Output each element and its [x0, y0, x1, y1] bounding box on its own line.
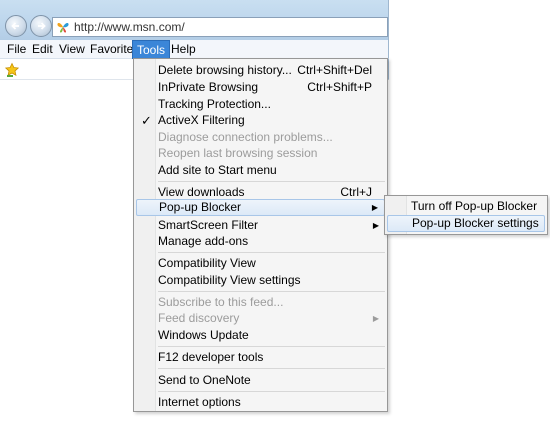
- menu-view[interactable]: View: [55, 40, 89, 59]
- menu-item-label: ActiveX Filtering: [158, 113, 245, 127]
- menu-tools[interactable]: Tools: [132, 40, 171, 59]
- shortcut-label: Ctrl+Shift+P: [307, 80, 372, 94]
- menu-item-label: View downloads: [158, 185, 245, 199]
- menu-internet-options[interactable]: Internet options: [136, 394, 385, 411]
- menu-reopen-last-session: Reopen last browsing session: [136, 145, 385, 162]
- menu-separator: [158, 181, 385, 182]
- menu-separator: [158, 346, 385, 347]
- submenu-arrow-icon: ▶: [372, 221, 379, 230]
- menu-separator: [158, 368, 385, 369]
- menu-item-label: F12 developer tools: [158, 350, 264, 364]
- menu-popup-blocker-settings[interactable]: Pop-up Blocker settings: [387, 215, 545, 232]
- menu-item-label: Compatibility View: [158, 256, 256, 270]
- browser-toolbar: http://www.msn.com/: [0, 0, 389, 40]
- forward-arrow-icon: [38, 22, 46, 30]
- menu-activex-filtering[interactable]: ✓ ActiveX Filtering: [136, 112, 385, 129]
- menu-smartscreen-filter[interactable]: SmartScreen Filter ▶: [136, 217, 385, 234]
- menu-turn-off-popup-blocker[interactable]: Turn off Pop-up Blocker: [387, 198, 545, 215]
- menu-item-label: Send to OneNote: [158, 373, 251, 387]
- menu-add-site-to-start[interactable]: Add site to Start menu: [136, 162, 385, 179]
- url-text[interactable]: http://www.msn.com/: [74, 20, 185, 34]
- menu-compatibility-view[interactable]: Compatibility View: [136, 255, 385, 272]
- menu-send-to-onenote[interactable]: Send to OneNote: [136, 372, 385, 389]
- submenu-arrow-icon: ▶: [371, 203, 378, 212]
- msn-butterfly-icon: [57, 23, 69, 33]
- menu-manage-addons[interactable]: Manage add-ons: [136, 233, 385, 250]
- menu-item-label: Feed discovery: [158, 311, 240, 325]
- menu-item-label: Compatibility View settings: [158, 273, 301, 287]
- menu-item-label: Manage add-ons: [158, 234, 249, 248]
- menu-item-label: Windows Update: [158, 328, 249, 342]
- menu-f12-developer-tools[interactable]: F12 developer tools: [136, 349, 385, 366]
- submenu-arrow-icon: ▶: [372, 314, 379, 323]
- menu-help[interactable]: Help: [167, 40, 200, 59]
- menu-separator: [158, 391, 385, 392]
- menu-item-label: Pop-up Blocker: [159, 200, 242, 214]
- menu-item-label: SmartScreen Filter: [158, 218, 259, 232]
- checkmark-icon: ✓: [141, 113, 152, 128]
- back-button[interactable]: [5, 15, 27, 37]
- menu-separator: [158, 291, 385, 292]
- back-arrow-icon: [11, 22, 19, 30]
- menu-popup-blocker[interactable]: Pop-up Blocker ▶: [136, 199, 385, 216]
- menu-bar: File Edit View Favorites Tools Help: [0, 40, 389, 59]
- menu-item-label: Diagnose connection problems...: [158, 130, 333, 144]
- menu-feed-discovery: Feed discovery ▶: [136, 310, 385, 327]
- menu-item-label: Subscribe to this feed...: [158, 295, 284, 309]
- menu-item-label: Reopen last browsing session: [158, 146, 318, 160]
- menu-delete-browsing-history[interactable]: Delete browsing history... Ctrl+Shift+De…: [136, 62, 385, 79]
- menu-inprivate-browsing[interactable]: InPrivate Browsing Ctrl+Shift+P: [136, 79, 385, 96]
- menu-tracking-protection[interactable]: Tracking Protection...: [136, 96, 385, 113]
- menu-separator: [158, 252, 385, 253]
- menu-compatibility-view-settings[interactable]: Compatibility View settings: [136, 272, 385, 289]
- menu-item-label: Tracking Protection...: [158, 97, 271, 111]
- menu-windows-update[interactable]: Windows Update: [136, 327, 385, 344]
- menu-subscribe-feed: Subscribe to this feed...: [136, 294, 385, 311]
- menu-item-label: InPrivate Browsing: [158, 80, 259, 94]
- menu-item-label: Internet options: [158, 395, 241, 409]
- menu-item-label: Turn off Pop-up Blocker: [411, 199, 538, 213]
- menu-item-label: Delete browsing history...: [158, 63, 292, 77]
- forward-button[interactable]: [30, 15, 52, 37]
- menu-file[interactable]: File: [3, 40, 30, 59]
- shortcut-label: Ctrl+Shift+Del: [297, 63, 372, 77]
- menu-item-label: Pop-up Blocker settings: [412, 216, 539, 230]
- popup-blocker-submenu: Turn off Pop-up Blocker Pop-up Blocker s…: [384, 195, 548, 235]
- favorites-star-icon[interactable]: [4, 62, 20, 78]
- menu-edit[interactable]: Edit: [28, 40, 57, 59]
- tools-dropdown-menu: Delete browsing history... Ctrl+Shift+De…: [133, 58, 388, 412]
- menu-item-label: Add site to Start menu: [158, 163, 277, 177]
- address-bar[interactable]: http://www.msn.com/: [52, 17, 388, 37]
- menu-diagnose-connection: Diagnose connection problems...: [136, 129, 385, 146]
